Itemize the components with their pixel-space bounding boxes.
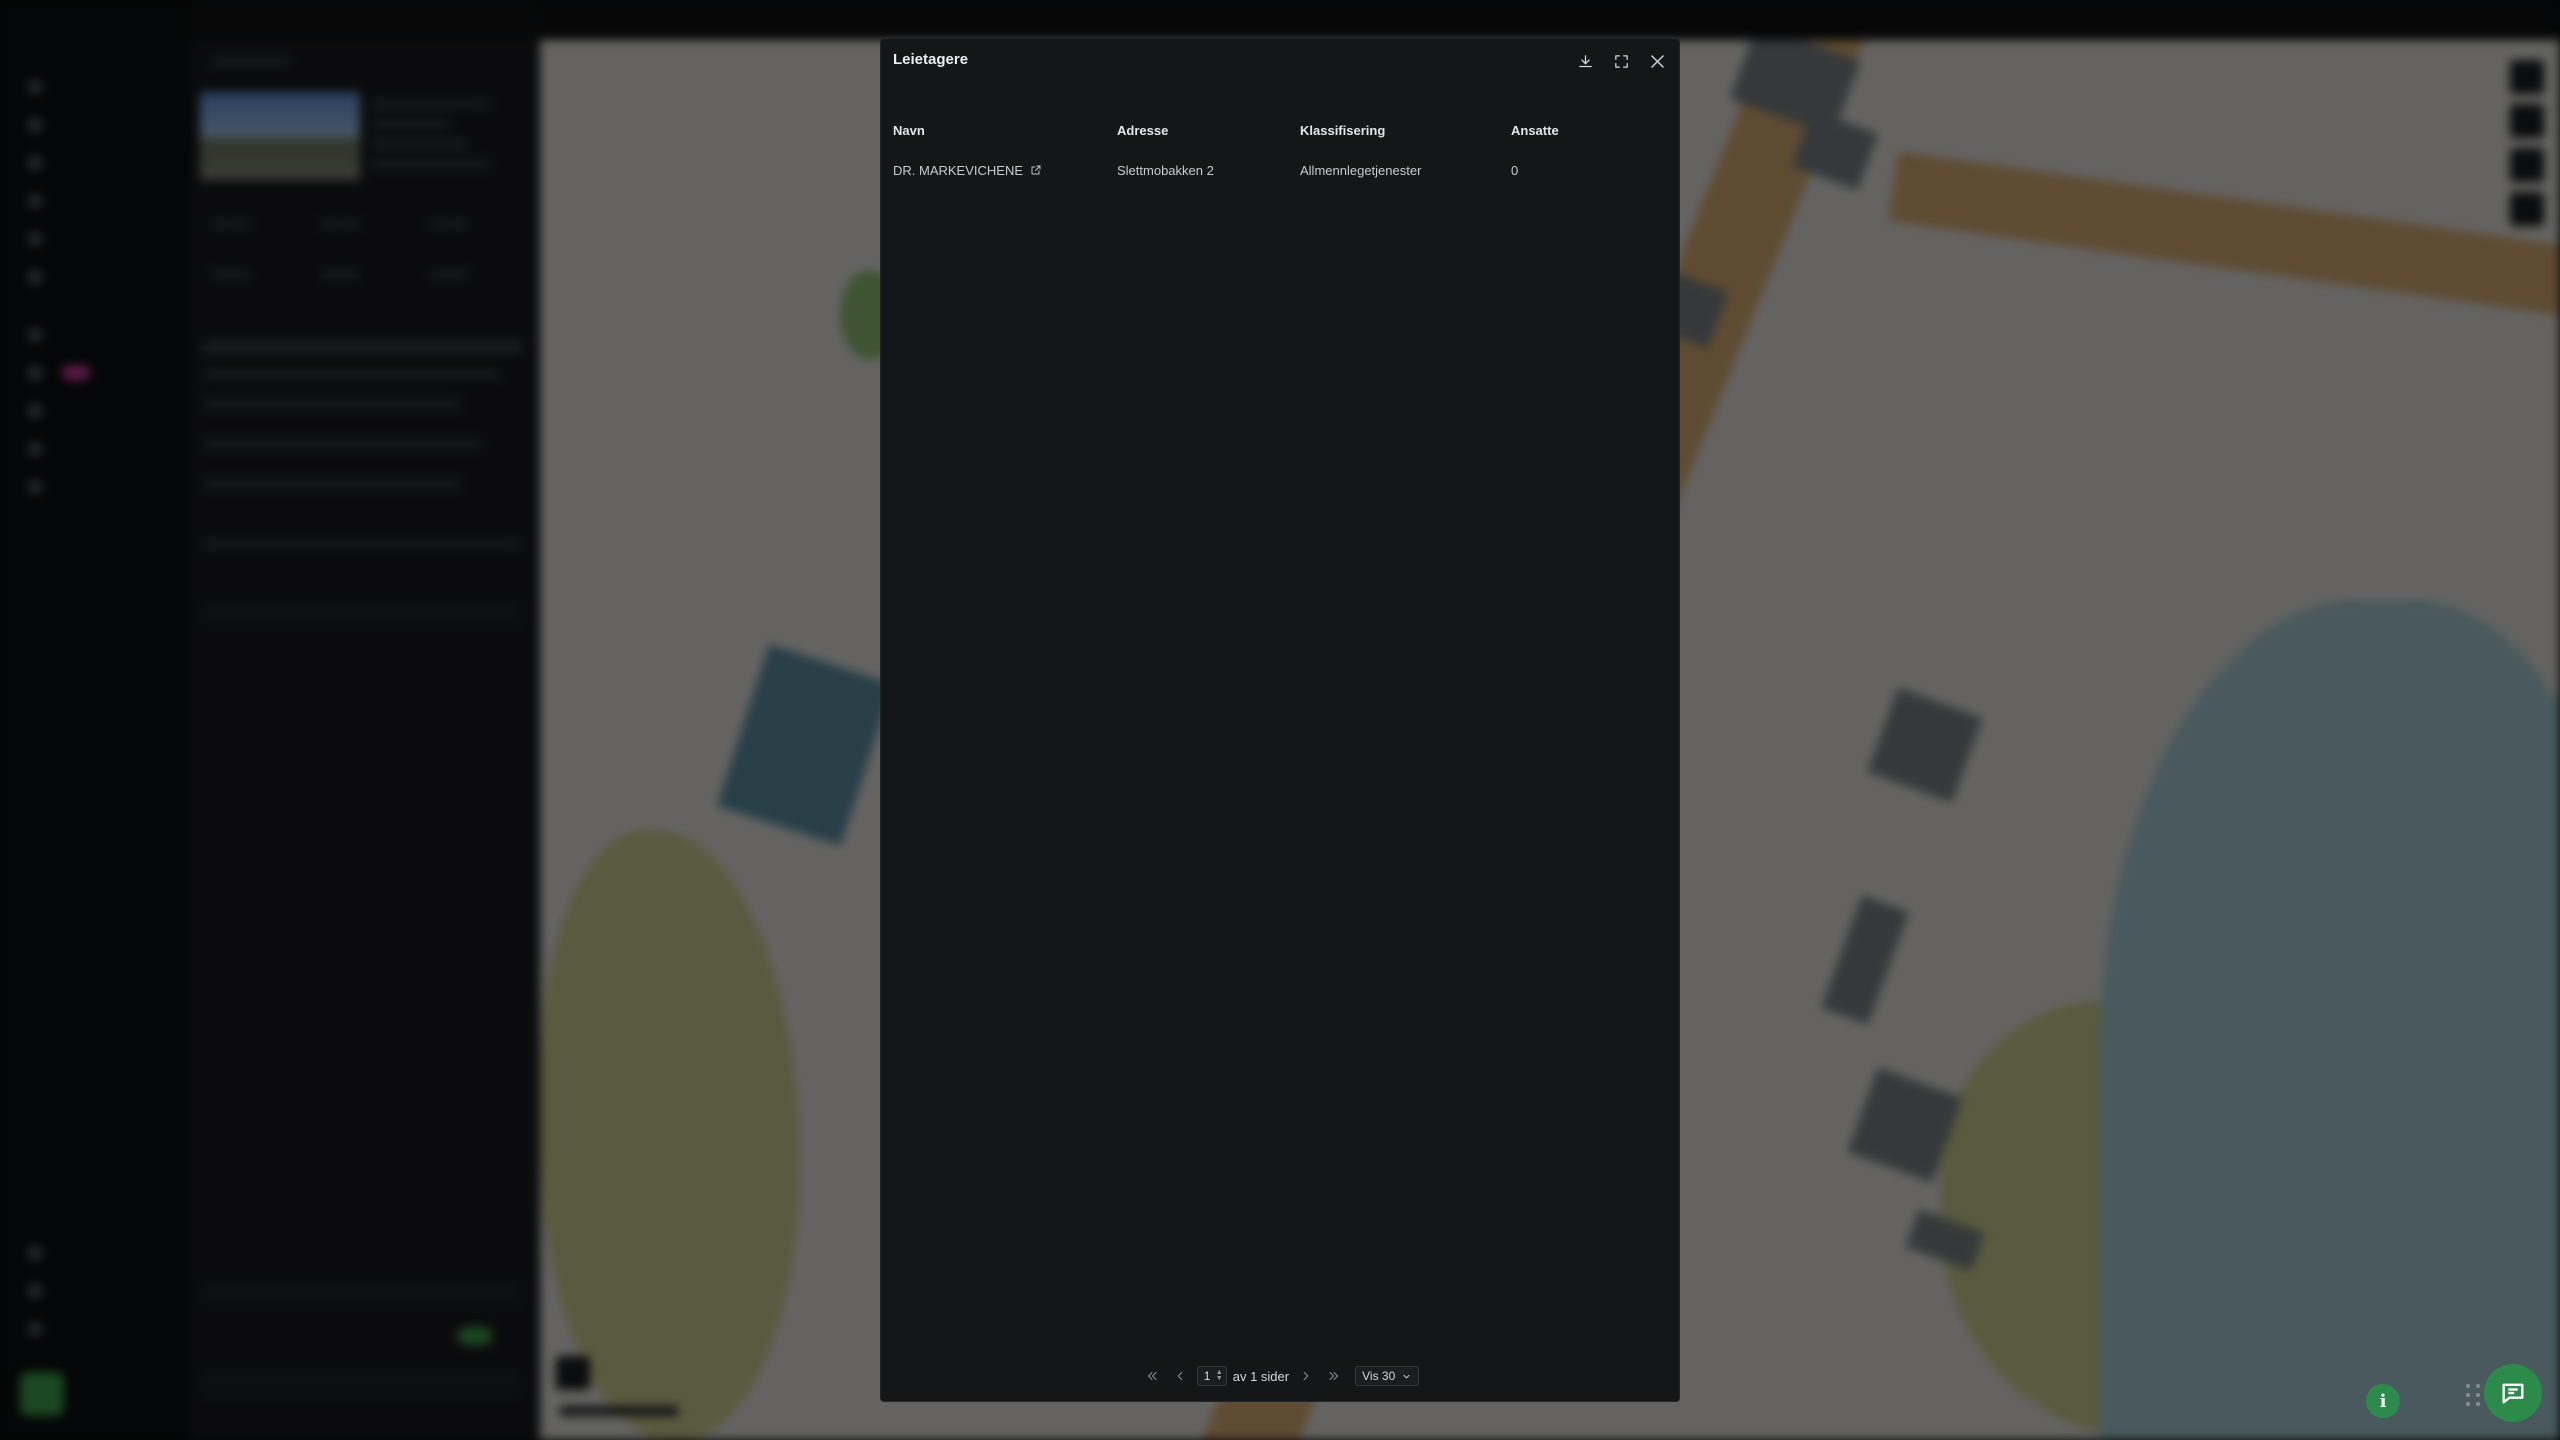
column-header-employees[interactable]: Ansatte [1511,123,1631,154]
external-link-icon [1030,163,1042,178]
download-icon [1578,54,1592,67]
cell-classification: Allmennlegetjenester [1300,162,1422,178]
table-header-row: Navn Adresse Klassifisering Ansatte [893,123,1631,154]
double-chevron-right-icon [1329,1371,1339,1381]
expand-icon [1614,54,1628,68]
column-header-address[interactable]: Adresse [1117,123,1300,154]
info-button[interactable]: i [2366,1384,2400,1418]
cell-employees: 0 [1511,162,1519,178]
chat-icon [2502,1383,2524,1404]
double-chevron-left-icon [1147,1371,1157,1381]
spinner-icon: ▲ ▼ [1215,1369,1223,1382]
close-button[interactable] [1643,47,1671,75]
tenant-name: DR. MARKEVICHENE [893,162,1024,178]
cell-address: Slettmobakken 2 [1117,162,1214,178]
cell-name: DR. MARKEVICHENE [893,154,1117,178]
column-header-name[interactable]: Navn [893,123,1117,154]
download-button[interactable] [1571,47,1599,75]
page-number-value: 1 [1203,1369,1211,1383]
modal-actions [1571,47,1671,75]
modal-title: Leietagere [893,51,969,68]
next-page-button[interactable] [1295,1365,1317,1387]
previous-page-button[interactable] [1169,1365,1191,1387]
tenants-table: Navn Adresse Klassifisering Ansatte DR. … [893,123,1631,178]
page-size-select[interactable]: Vis 30 [1355,1366,1420,1386]
chevron-right-icon [1303,1371,1309,1381]
drag-handle-icon[interactable] [2466,1384,2482,1408]
column-header-classification[interactable]: Klassifisering [1300,123,1511,154]
table-row[interactable]: DR. MARKEVICHENE Slettmobakken 2 Allmenn… [893,154,1631,178]
chevron-left-icon [1177,1371,1183,1381]
tenants-modal: Leietagere Navn Adresse Klassifisering A… [880,38,1680,1402]
chat-button[interactable] [2484,1364,2542,1422]
tenant-link[interactable]: DR. MARKEVICHENE [893,163,1042,178]
page-number-input[interactable]: 1 ▲ ▼ [1196,1366,1227,1386]
first-page-button[interactable] [1141,1365,1163,1387]
expand-button[interactable] [1607,47,1635,75]
close-icon [1650,54,1664,68]
chevron-down-icon [1403,1374,1410,1379]
pagination: 1 ▲ ▼ av 1 sider Vis 30 [881,1365,1679,1387]
page-size-value: Vis 30 [1362,1369,1396,1383]
page-count-label: av 1 sider [1232,1368,1290,1384]
last-page-button[interactable] [1323,1365,1345,1387]
